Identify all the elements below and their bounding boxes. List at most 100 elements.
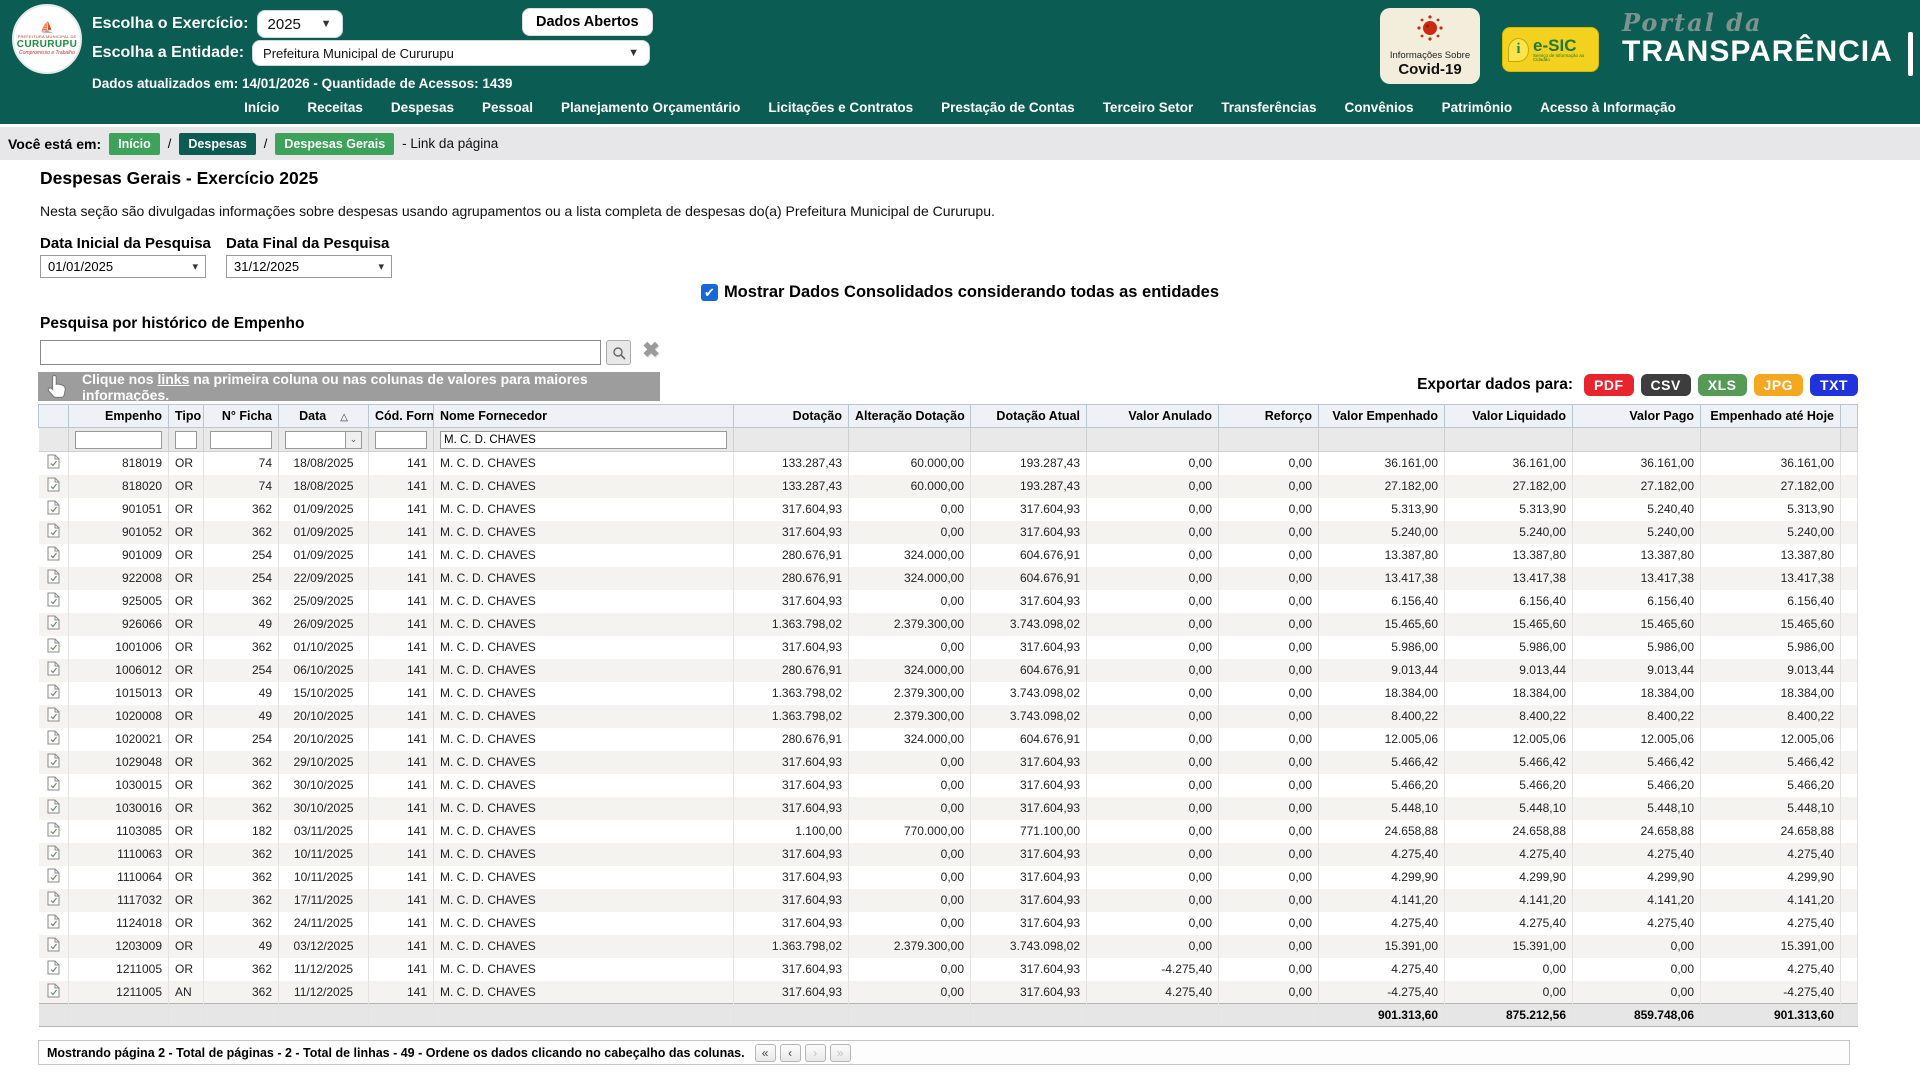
- cell-valor-liquidado[interactable]: 24.658,88: [1445, 820, 1573, 843]
- column-header-valor-pago[interactable]: Valor Pago: [1573, 405, 1701, 428]
- open-empenho-document-icon[interactable]: [47, 799, 60, 817]
- cell-empenho[interactable]: 926066: [69, 613, 169, 636]
- cell-empenhado-ate-hoje[interactable]: 24.658,88: [1701, 820, 1841, 843]
- cell-valor-liquidado[interactable]: 18.384,00: [1445, 682, 1573, 705]
- cell-empenhado-ate-hoje[interactable]: 15.465,60: [1701, 613, 1841, 636]
- cell-valor-pago[interactable]: 4.275,40: [1573, 843, 1701, 866]
- column-header-empenho[interactable]: Empenho: [69, 405, 169, 428]
- cell-dotacao-atual[interactable]: 317.604,93: [971, 797, 1087, 820]
- cell-valor-pago[interactable]: 15.465,60: [1573, 613, 1701, 636]
- cell-empenho[interactable]: 1117032: [69, 889, 169, 912]
- breadcrumb-despesas-gerais[interactable]: Despesas Gerais: [275, 133, 394, 155]
- cell-valor-anulado[interactable]: 0,00: [1087, 935, 1219, 958]
- consolidated-checkbox[interactable]: ✔: [701, 284, 718, 301]
- cell-valor-pago[interactable]: 4.141,20: [1573, 889, 1701, 912]
- nav-item-pessoal[interactable]: Pessoal: [468, 96, 547, 124]
- search-button[interactable]: [606, 340, 631, 365]
- cell-valor-pago[interactable]: 6.156,40: [1573, 590, 1701, 613]
- column-header-data[interactable]: Data△: [279, 405, 369, 428]
- cell-dotacao-atual[interactable]: 317.604,93: [971, 521, 1087, 544]
- nav-item-licitacoes-e-contratos[interactable]: Licitações e Contratos: [754, 96, 927, 124]
- cell-valor-empenhado[interactable]: 5.448,10: [1319, 797, 1445, 820]
- cell-valor-liquidado[interactable]: 0,00: [1445, 958, 1573, 981]
- cell-valor-empenhado[interactable]: 12.005,06: [1319, 728, 1445, 751]
- cell-alteracao-dotacao[interactable]: 0,00: [849, 843, 971, 866]
- cell-alteracao-dotacao[interactable]: 0,00: [849, 912, 971, 935]
- cell-dotacao[interactable]: 317.604,93: [734, 912, 849, 935]
- cell-reforco[interactable]: 0,00: [1219, 866, 1319, 889]
- date-start-select[interactable]: 01/01/2025 ▾: [40, 255, 206, 278]
- cell-dotacao-atual[interactable]: 317.604,93: [971, 636, 1087, 659]
- cell-valor-liquidado[interactable]: 13.417,38: [1445, 567, 1573, 590]
- open-empenho-document-icon[interactable]: [47, 569, 60, 587]
- cell-valor-empenhado[interactable]: 4.299,90: [1319, 866, 1445, 889]
- cell-reforco[interactable]: 0,00: [1219, 843, 1319, 866]
- cell-valor-liquidado[interactable]: 27.182,00: [1445, 475, 1573, 498]
- cell-valor-liquidado[interactable]: 13.387,80: [1445, 544, 1573, 567]
- cell-empenho[interactable]: 1110064: [69, 866, 169, 889]
- open-empenho-document-icon[interactable]: [47, 960, 60, 978]
- cell-empenho[interactable]: 1030015: [69, 774, 169, 797]
- cell-valor-pago[interactable]: 13.387,80: [1573, 544, 1701, 567]
- open-empenho-document-icon[interactable]: [47, 615, 60, 633]
- column-header-dotacao[interactable]: Dotação: [734, 405, 849, 428]
- nav-item-despesas[interactable]: Despesas: [377, 96, 468, 124]
- open-empenho-document-icon[interactable]: [47, 776, 60, 794]
- cell-alteracao-dotacao[interactable]: 0,00: [849, 521, 971, 544]
- cell-valor-empenhado[interactable]: 27.182,00: [1319, 475, 1445, 498]
- cell-alteracao-dotacao[interactable]: 324.000,00: [849, 659, 971, 682]
- open-empenho-document-icon[interactable]: [47, 822, 60, 840]
- cell-valor-anulado[interactable]: 0,00: [1087, 751, 1219, 774]
- cell-alteracao-dotacao[interactable]: 324.000,00: [849, 544, 971, 567]
- cell-valor-anulado[interactable]: 0,00: [1087, 636, 1219, 659]
- cell-empenho[interactable]: 925005: [69, 590, 169, 613]
- cell-reforco[interactable]: 0,00: [1219, 728, 1319, 751]
- column-header-valor-anulado[interactable]: Valor Anulado: [1087, 405, 1219, 428]
- cell-reforco[interactable]: 0,00: [1219, 935, 1319, 958]
- nav-item-terceiro-setor[interactable]: Terceiro Setor: [1089, 96, 1208, 124]
- cell-reforco[interactable]: 0,00: [1219, 774, 1319, 797]
- cell-empenhado-ate-hoje[interactable]: 4.275,40: [1701, 958, 1841, 981]
- filter-cod_forn-input[interactable]: [375, 431, 427, 449]
- open-empenho-document-icon[interactable]: [47, 684, 60, 702]
- cell-dotacao-atual[interactable]: 604.676,91: [971, 728, 1087, 751]
- cell-valor-liquidado[interactable]: 12.005,06: [1445, 728, 1573, 751]
- cell-empenhado-ate-hoje[interactable]: 5.313,90: [1701, 498, 1841, 521]
- cell-valor-pago[interactable]: 5.466,20: [1573, 774, 1701, 797]
- cell-alteracao-dotacao[interactable]: 0,00: [849, 981, 971, 1004]
- open-empenho-document-icon[interactable]: [47, 661, 60, 679]
- export-jpg-button[interactable]: JPG: [1754, 374, 1804, 396]
- cell-dotacao[interactable]: 280.676,91: [734, 728, 849, 751]
- cell-dotacao[interactable]: 280.676,91: [734, 659, 849, 682]
- column-header-n-ficha[interactable]: N° Ficha: [204, 405, 279, 428]
- cell-valor-anulado[interactable]: 0,00: [1087, 774, 1219, 797]
- cell-valor-anulado[interactable]: 0,00: [1087, 590, 1219, 613]
- cell-dotacao-atual[interactable]: 317.604,93: [971, 498, 1087, 521]
- open-empenho-document-icon[interactable]: [47, 638, 60, 656]
- column-header-cod-forn[interactable]: Cód. Forn.: [369, 405, 434, 428]
- cell-valor-liquidado[interactable]: 4.275,40: [1445, 843, 1573, 866]
- cell-alteracao-dotacao[interactable]: 0,00: [849, 590, 971, 613]
- cell-valor-anulado[interactable]: 0,00: [1087, 475, 1219, 498]
- cell-reforco[interactable]: 0,00: [1219, 590, 1319, 613]
- cell-valor-empenhado[interactable]: 13.387,80: [1319, 544, 1445, 567]
- cell-dotacao-atual[interactable]: 317.604,93: [971, 843, 1087, 866]
- cell-valor-liquidado[interactable]: 4.275,40: [1445, 912, 1573, 935]
- cell-valor-empenhado[interactable]: 5.466,20: [1319, 774, 1445, 797]
- open-data-button[interactable]: Dados Abertos: [522, 8, 653, 36]
- cell-valor-anulado[interactable]: 0,00: [1087, 659, 1219, 682]
- cell-valor-anulado[interactable]: 0,00: [1087, 843, 1219, 866]
- cell-valor-anulado[interactable]: 0,00: [1087, 912, 1219, 935]
- open-empenho-document-icon[interactable]: [47, 937, 60, 955]
- cell-empenho[interactable]: 1110063: [69, 843, 169, 866]
- cell-dotacao-atual[interactable]: 3.743.098,02: [971, 682, 1087, 705]
- chevron-down-icon[interactable]: ⌄: [345, 432, 361, 448]
- cell-reforco[interactable]: 0,00: [1219, 659, 1319, 682]
- nav-item-inicio[interactable]: Início: [230, 96, 293, 124]
- nav-item-convenios[interactable]: Convênios: [1331, 96, 1428, 124]
- entity-select[interactable]: Prefeitura Municipal de Cururupu ▼: [252, 40, 650, 66]
- cell-reforco[interactable]: 0,00: [1219, 613, 1319, 636]
- cell-valor-empenhado[interactable]: 13.417,38: [1319, 567, 1445, 590]
- open-empenho-document-icon[interactable]: [47, 523, 60, 541]
- cell-alteracao-dotacao[interactable]: 770.000,00: [849, 820, 971, 843]
